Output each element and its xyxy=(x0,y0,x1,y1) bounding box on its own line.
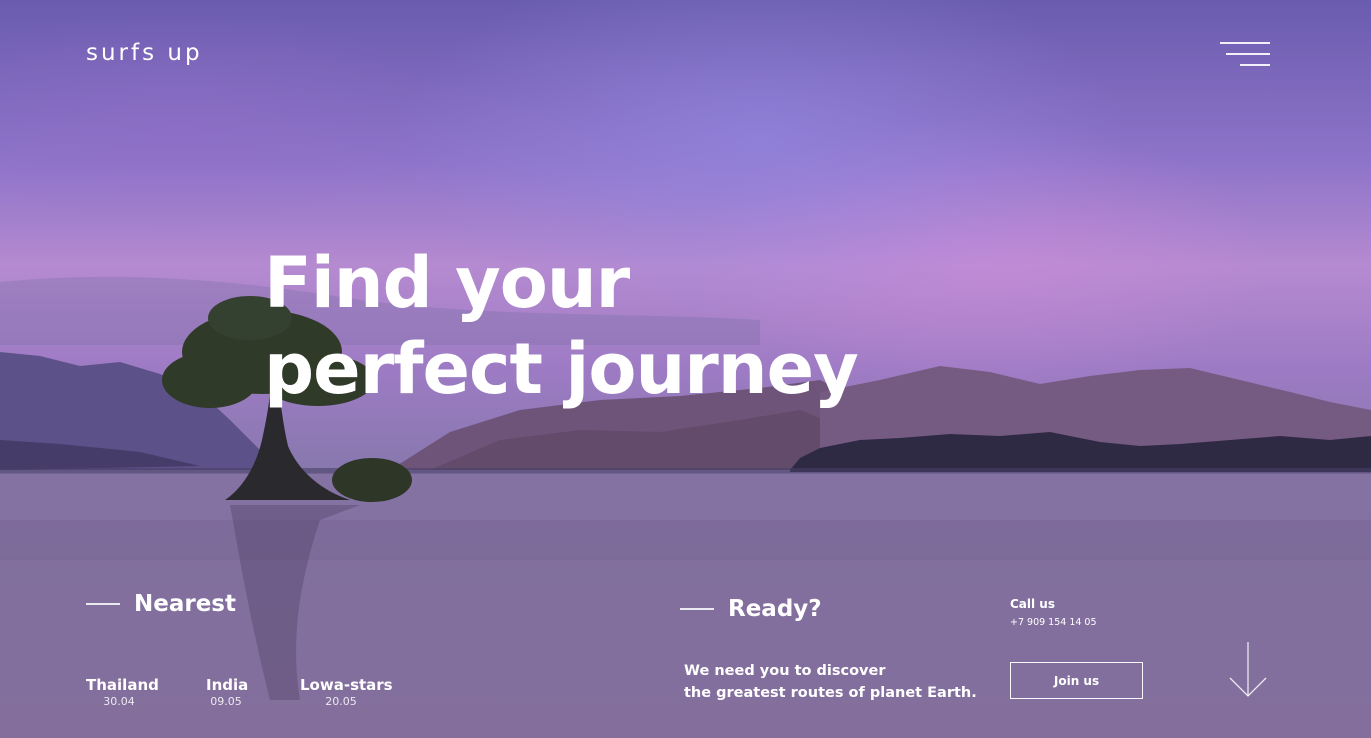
brand-logo[interactable]: surfs up xyxy=(86,40,203,66)
nearest-heading-label: Nearest xyxy=(134,591,236,617)
menu-line-3 xyxy=(1240,64,1270,66)
destination-date: 20.05 xyxy=(325,695,357,708)
destination-name: India xyxy=(206,676,249,694)
menu-line-2 xyxy=(1226,53,1270,55)
nearest-heading: Nearest xyxy=(86,591,236,617)
tagline-line-1: We need you to discover xyxy=(684,663,886,679)
destination-item-lowa-stars[interactable]: Lowa-stars 20.05 xyxy=(300,676,393,708)
arrow-down-icon[interactable] xyxy=(1228,642,1268,698)
destination-item-india[interactable]: India 09.05 xyxy=(206,676,249,708)
tagline-line-2: the greatest routes of planet Earth. xyxy=(684,685,977,701)
menu-lines-icon xyxy=(1220,42,1270,44)
dash-divider xyxy=(680,608,714,610)
hero-headline: Find your perfect journey xyxy=(264,240,904,412)
join-us-button[interactable]: Join us xyxy=(1010,662,1143,699)
ready-tagline: We need you to discover the greatest rou… xyxy=(684,660,977,704)
dash-divider xyxy=(86,603,120,605)
hero-section: surfs up Find your perfect journey Neare… xyxy=(0,0,1371,738)
destination-date: 09.05 xyxy=(210,695,242,708)
ready-heading-label: Ready? xyxy=(728,596,822,622)
menu-button[interactable] xyxy=(1218,40,1270,70)
destination-name: Lowa-stars xyxy=(300,676,393,694)
destination-name: Thailand xyxy=(86,676,159,694)
destination-date: 30.04 xyxy=(103,695,135,708)
headline-line-2: perfect journey xyxy=(264,328,859,410)
ready-heading: Ready? xyxy=(680,596,822,622)
call-us-label: Call us xyxy=(1010,597,1055,611)
destination-item-thailand[interactable]: Thailand 30.04 xyxy=(86,676,159,708)
headline-line-1: Find your xyxy=(264,242,630,324)
phone-number[interactable]: +7 909 154 14 05 xyxy=(1010,617,1097,628)
